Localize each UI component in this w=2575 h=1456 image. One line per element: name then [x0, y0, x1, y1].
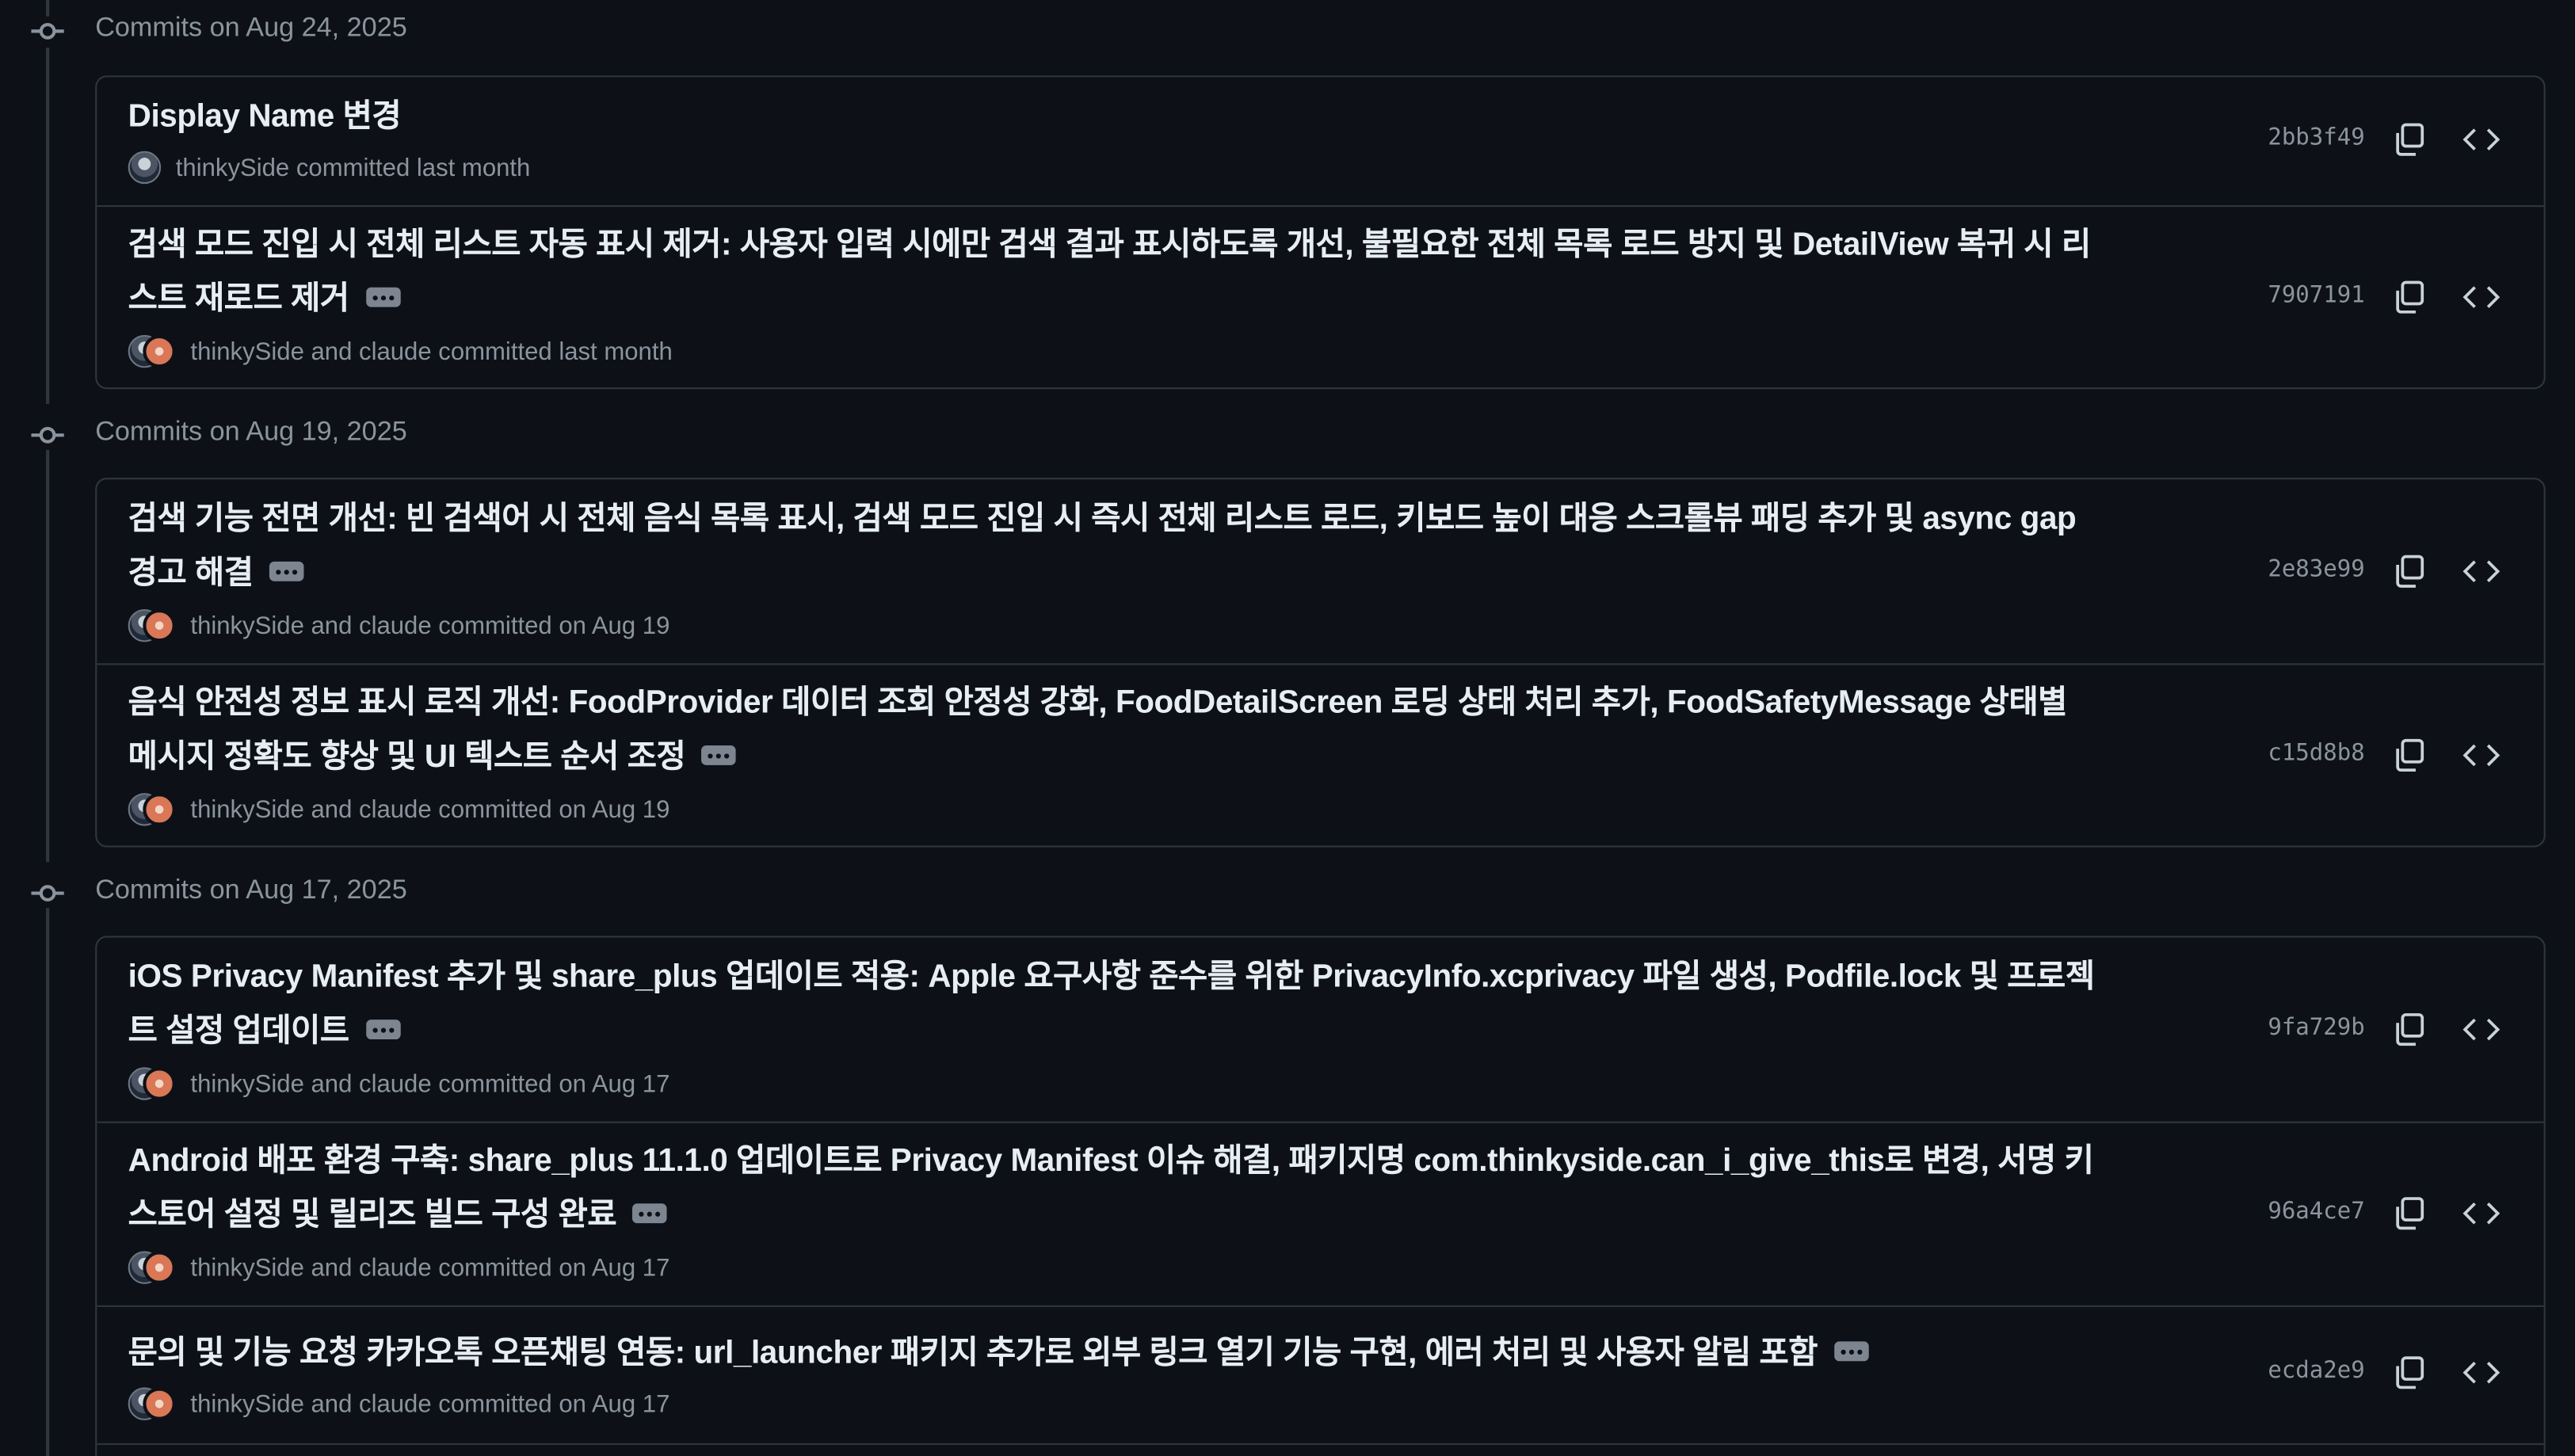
commit-row: iOS Privacy Manifest 추가 및 share_plus 업데이…: [97, 938, 2543, 1122]
commit-message-text[interactable]: iOS Privacy Manifest 추가 및 share_plus 업데이…: [128, 959, 2095, 1049]
commit-sha-link[interactable]: 2e83e99: [2263, 557, 2364, 583]
commit-message-link[interactable]: 검색 기능 전면 개선: 빈 검색어 시 전체 음식 목록 표시, 검색 모드 …: [128, 493, 2099, 601]
code-icon[interactable]: [2462, 736, 2501, 776]
avatar[interactable]: [143, 1387, 176, 1420]
author-line: thinkySide and claude committed last mon…: [190, 337, 673, 366]
commit-meta: thinkySide and claude committed on Aug 1…: [128, 1249, 670, 1286]
copy-icon[interactable]: [2390, 120, 2429, 159]
avatar[interactable]: [128, 151, 162, 185]
timeline-line: [46, 908, 50, 1456]
code-icon[interactable]: [2462, 551, 2501, 591]
commit-meta: thinkySide and claude committed on Aug 1…: [128, 791, 670, 828]
copy-icon[interactable]: [2390, 1194, 2429, 1233]
commit-row: Android 배포 환경 구축: share_plus 11.1.0 업데이트…: [97, 1121, 2544, 1305]
commit-group: Display Name 변경 thinkySide committed las…: [95, 75, 2546, 390]
commit-row: 음식 안전성 정보 표시 로직 개선: FoodProvider 데이터 조회 …: [97, 663, 2544, 845]
timeline-line: [46, 48, 50, 404]
git-commit-icon: [31, 885, 64, 901]
author-avatars[interactable]: [128, 1387, 176, 1420]
author-avatars[interactable]: [128, 1251, 176, 1284]
author-line: thinkySide committed last month: [175, 153, 531, 182]
commit-row: [97, 1443, 2544, 1456]
commit-message-link[interactable]: 음식 안전성 정보 표시 로직 개선: FoodProvider 데이터 조회 …: [128, 677, 2099, 785]
copy-icon[interactable]: [2390, 1010, 2429, 1050]
copy-icon[interactable]: [2390, 551, 2429, 591]
code-icon[interactable]: [2462, 1353, 2501, 1393]
commit-message-link[interactable]: Display Name 변경: [128, 90, 2099, 144]
commit-message-text[interactable]: 음식 안전성 정보 표시 로직 개선: FoodProvider 데이터 조회 …: [128, 684, 2068, 775]
avatar[interactable]: [143, 608, 176, 642]
author-avatars[interactable]: [128, 608, 176, 642]
commit-group: 검색 기능 전면 개선: 빈 검색어 시 전체 음식 목록 표시, 검색 모드 …: [95, 478, 2546, 848]
author-line: thinkySide and claude committed on Aug 1…: [190, 795, 670, 824]
commit-message-text[interactable]: Display Name 변경: [128, 98, 402, 135]
commit-sha-link[interactable]: 7907191: [2263, 283, 2364, 309]
avatar[interactable]: [143, 334, 176, 368]
code-icon[interactable]: [2462, 1194, 2501, 1233]
author-avatars[interactable]: [128, 793, 176, 826]
code-icon[interactable]: [2462, 1010, 2501, 1050]
commit-message-text[interactable]: 검색 모드 진입 시 전체 리스트 자동 표시 제거: 사용자 입력 시에만 검…: [128, 227, 2092, 317]
commit-row: 문의 및 기능 요청 카카오톡 오픈채팅 연동: url_launcher 패키…: [97, 1305, 2544, 1443]
ellipsis-icon[interactable]: [702, 745, 737, 765]
commit-message-text[interactable]: Android 배포 환경 구축: share_plus 11.1.0 업데이트…: [128, 1143, 2094, 1233]
avatar[interactable]: [143, 1067, 176, 1100]
author-avatars[interactable]: [128, 334, 176, 368]
ellipsis-icon[interactable]: [1833, 1341, 1869, 1361]
commit-message-text[interactable]: 문의 및 기능 요청 카카오톡 오픈채팅 연동: url_launcher 패키…: [128, 1335, 1818, 1371]
commit-meta: thinkySide and claude committed last mon…: [128, 334, 673, 370]
avatar[interactable]: [143, 1251, 176, 1284]
ellipsis-icon[interactable]: [269, 561, 304, 581]
commit-message-link[interactable]: 문의 및 기능 요청 카카오톡 오픈채팅 연동: url_launcher 패키…: [128, 1327, 2099, 1381]
author-avatars[interactable]: [128, 151, 162, 185]
commit-sha-link[interactable]: ecda2e9: [2263, 1358, 2364, 1384]
author-line: thinkySide and claude committed on Aug 1…: [190, 612, 670, 640]
commit-message-link[interactable]: Android 배포 환경 구축: share_plus 11.1.0 업데이트…: [128, 1134, 2099, 1243]
commit-row: Display Name 변경 thinkySide committed las…: [97, 77, 2543, 205]
git-commit-icon: [31, 23, 64, 40]
commit-message-link[interactable]: iOS Privacy Manifest 추가 및 share_plus 업데이…: [128, 951, 2099, 1059]
commit-sha-link[interactable]: 9fa729b: [2263, 1015, 2364, 1041]
commit-meta: thinkySide and claude committed on Aug 1…: [128, 1385, 670, 1422]
git-commit-icon: [31, 426, 64, 444]
copy-icon[interactable]: [2390, 277, 2429, 317]
commit-meta: thinkySide committed last month: [128, 150, 531, 186]
commit-meta: thinkySide and claude committed on Aug 1…: [128, 1065, 670, 1102]
ellipsis-icon[interactable]: [632, 1203, 668, 1223]
commit-sha-link[interactable]: 2bb3f49: [2263, 125, 2364, 151]
copy-icon[interactable]: [2390, 736, 2429, 776]
author-line: thinkySide and claude committed on Aug 1…: [190, 1389, 670, 1418]
group-date-label: Commits on Aug 17, 2025: [95, 875, 407, 905]
timeline-line: [46, 0, 50, 17]
commit-row: 검색 기능 전면 개선: 빈 검색어 시 전체 음식 목록 표시, 검색 모드 …: [97, 479, 2543, 663]
commit-message-link[interactable]: 검색 모드 진입 시 전체 리스트 자동 표시 제거: 사용자 입력 시에만 검…: [128, 219, 2099, 327]
commit-row: 검색 모드 진입 시 전체 리스트 자동 표시 제거: 사용자 입력 시에만 검…: [97, 205, 2544, 387]
code-icon[interactable]: [2462, 277, 2501, 317]
commit-history: Commits on Aug 24, 2025 Display Name 변경 …: [0, 0, 2575, 1456]
group-date-label: Commits on Aug 19, 2025: [95, 417, 407, 447]
ellipsis-icon[interactable]: [365, 1019, 400, 1039]
timeline-line: [46, 449, 50, 863]
author-avatars[interactable]: [128, 1067, 176, 1100]
commit-meta: thinkySide and claude committed on Aug 1…: [128, 608, 670, 644]
copy-icon[interactable]: [2390, 1353, 2429, 1393]
commit-message-text[interactable]: 검색 기능 전면 개선: 빈 검색어 시 전체 음식 목록 표시, 검색 모드 …: [128, 501, 2077, 591]
code-icon[interactable]: [2462, 120, 2501, 159]
author-line: thinkySide and claude committed on Aug 1…: [190, 1253, 670, 1282]
commit-group: iOS Privacy Manifest 추가 및 share_plus 업데이…: [95, 936, 2546, 1456]
group-date-label: Commits on Aug 24, 2025: [95, 13, 407, 43]
avatar[interactable]: [143, 793, 176, 826]
commit-sha-link[interactable]: 96a4ce7: [2263, 1199, 2364, 1225]
commit-sha-link[interactable]: c15d8b8: [2263, 741, 2364, 767]
author-line: thinkySide and claude committed on Aug 1…: [190, 1069, 670, 1098]
ellipsis-icon[interactable]: [365, 287, 400, 307]
